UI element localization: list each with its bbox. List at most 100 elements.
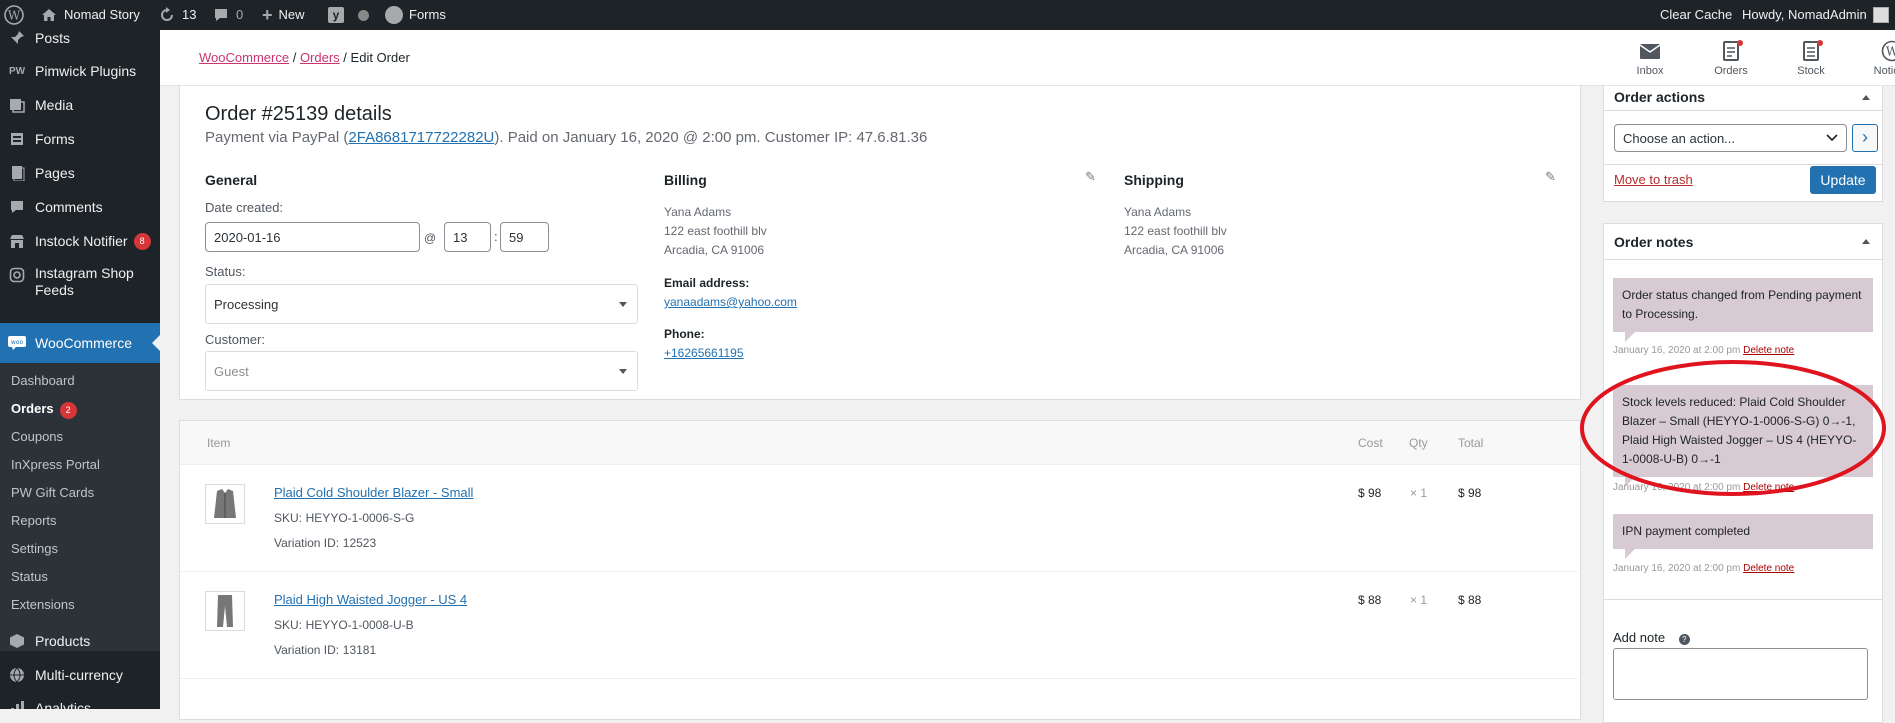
edit-billing-pencil-icon[interactable]: ✎ xyxy=(1085,169,1096,185)
add-note-label: Add note ? xyxy=(1613,630,1690,645)
date-created-input[interactable]: 2020-01-16 xyxy=(205,222,420,252)
item-total: $ 98 xyxy=(1458,486,1481,500)
update-button[interactable]: Update xyxy=(1810,166,1876,194)
sidebar-label-comments: Comments xyxy=(35,199,103,216)
sidebar-label-analytics: Analytics xyxy=(35,700,91,710)
submenu-item-coupons[interactable]: Coupons xyxy=(11,429,63,444)
variation-label: Variation ID: xyxy=(274,536,339,550)
sidebar-item-instock-notifier[interactable]: Instock Notifier 8 xyxy=(0,231,160,251)
transaction-id-link[interactable]: 2FA8681717722282U xyxy=(348,129,494,146)
submenu-item-extensions[interactable]: Extensions xyxy=(11,597,75,612)
clear-cache-button[interactable]: Clear Cache xyxy=(1660,0,1732,30)
order-actions-title: Order actions xyxy=(1614,89,1705,105)
new-content-link[interactable]: + New xyxy=(262,0,305,30)
product-thumbnail[interactable] xyxy=(205,591,245,631)
breadcrumb-orders-link[interactable]: Orders xyxy=(300,50,340,65)
orders-icon xyxy=(1719,40,1743,62)
breadcrumb-current: Edit Order xyxy=(351,50,410,65)
sidebar-item-pages[interactable]: Pages xyxy=(0,163,160,183)
email-label: Email address: xyxy=(664,276,749,290)
admin-sidebar: Posts PW Pimwick Plugins Media Forms Pag… xyxy=(0,30,160,709)
wordpress-logo-icon[interactable]: W xyxy=(4,0,24,30)
status-label: Status: xyxy=(205,264,245,279)
sidebar-item-instagram-shop-feeds[interactable]: Instagram Shop Feeds xyxy=(0,265,160,301)
product-sku: SKU: HEYYO-1-0008-U-B xyxy=(274,617,414,632)
hour-input[interactable]: 13 xyxy=(444,222,491,252)
submenu-item-settings[interactable]: Settings xyxy=(11,541,58,556)
woo-icon: woo xyxy=(7,333,27,353)
product-name-link[interactable]: Plaid High Waisted Jogger - US 4 xyxy=(274,592,467,607)
submenu-item-status[interactable]: Status xyxy=(11,569,48,584)
sidebar-item-posts[interactable]: Posts xyxy=(0,30,160,48)
product-sku: SKU: HEYYO-1-0006-S-G xyxy=(274,510,414,525)
sidebar-label-posts: Posts xyxy=(35,30,70,47)
inbox-label: Inbox xyxy=(1637,65,1664,77)
billing-email-link[interactable]: yanaadams@yahoo.com xyxy=(664,295,797,309)
comments-link[interactable]: 0 xyxy=(212,0,243,30)
order-actions-header[interactable]: Order actions xyxy=(1604,86,1882,111)
sidebar-item-media[interactable]: Media xyxy=(0,95,160,115)
move-to-trash-link[interactable]: Move to trash xyxy=(1614,172,1693,187)
notices-button[interactable]: W Notices xyxy=(1862,40,1895,77)
item-qty: × 1 xyxy=(1410,593,1427,607)
yoast-seo-menu[interactable]: y xyxy=(328,0,369,30)
sidebar-item-forms[interactable]: Forms xyxy=(0,129,160,149)
customer-select[interactable]: Guest xyxy=(205,351,638,391)
admin-bar: W Nomad Story 13 0 + New y Forms Clear C… xyxy=(0,0,1895,30)
inbox-icon xyxy=(1638,40,1662,62)
sidebar-item-multi-currency[interactable]: Multi-currency xyxy=(0,665,160,685)
submenu-item-dashboard[interactable]: Dashboard xyxy=(11,373,75,388)
minute-input[interactable]: 59 xyxy=(500,222,549,252)
collapse-arrow-icon[interactable] xyxy=(1862,239,1870,244)
col-cost: Cost xyxy=(1358,436,1383,450)
item-cost: $ 98 xyxy=(1358,486,1381,500)
edit-shipping-pencil-icon[interactable]: ✎ xyxy=(1545,169,1556,185)
billing-phone-link[interactable]: +16265661195 xyxy=(664,346,744,360)
site-name-link[interactable]: Nomad Story xyxy=(40,0,140,30)
help-icon[interactable]: ? xyxy=(1679,634,1690,645)
sidebar-item-woocommerce[interactable]: woo WooCommerce xyxy=(0,323,160,363)
collapse-arrow-icon[interactable] xyxy=(1862,95,1870,100)
stock-activity-button[interactable]: Stock xyxy=(1781,40,1841,77)
payment-prefix: Payment via PayPal ( xyxy=(205,129,348,146)
sidebar-label-forms: Forms xyxy=(35,131,75,148)
inbox-button[interactable]: Inbox xyxy=(1620,40,1680,77)
apply-action-button[interactable]: › xyxy=(1852,124,1878,152)
submenu-item-reports[interactable]: Reports xyxy=(11,513,57,528)
payment-info: Payment via PayPal (2FA8681717722282U). … xyxy=(205,129,927,146)
sidebar-item-pimwick-plugins[interactable]: PW Pimwick Plugins xyxy=(0,61,160,81)
note-meta: January 16, 2020 at 2:00 pm Delete note xyxy=(1613,563,1794,574)
updates-link[interactable]: 13 xyxy=(158,0,196,30)
variation-value: 12523 xyxy=(343,536,376,550)
sidebar-item-analytics[interactable]: Analytics xyxy=(0,698,160,709)
forms-menu[interactable]: Forms xyxy=(385,0,446,30)
site-name: Nomad Story xyxy=(64,0,140,30)
sidebar-item-comments[interactable]: Comments xyxy=(0,197,160,217)
submenu-item-inxpress-portal[interactable]: InXpress Portal xyxy=(11,457,100,472)
sidebar-item-products[interactable]: Products xyxy=(0,631,160,651)
submenu-item-pw-gift-cards[interactable]: PW Gift Cards xyxy=(11,485,94,500)
order-status-select[interactable]: Processing xyxy=(205,284,638,324)
billing-name: Yana Adams xyxy=(664,203,767,222)
media-icon xyxy=(7,95,27,115)
product-thumbnail[interactable] xyxy=(205,484,245,524)
product-name-link[interactable]: Plaid Cold Shoulder Blazer - Small xyxy=(274,485,473,500)
sidebar-label-media: Media xyxy=(35,97,73,114)
chevron-down-icon xyxy=(619,369,627,374)
account-menu[interactable]: Howdy, NomadAdmin xyxy=(1742,0,1889,30)
table-row: Plaid High Waisted Jogger - US 4 SKU: HE… xyxy=(180,572,1578,679)
store-icon xyxy=(7,231,27,251)
order-notes-header[interactable]: Order notes xyxy=(1604,224,1882,260)
item-total: $ 88 xyxy=(1458,593,1481,607)
orders-activity-button[interactable]: Orders xyxy=(1701,40,1761,77)
howdy-text: Howdy, NomadAdmin xyxy=(1742,0,1867,30)
items-table-header: Item Cost Qty Total xyxy=(180,421,1580,465)
orders-label: Orders xyxy=(1714,65,1748,77)
submenu-item-orders[interactable]: Orders2 xyxy=(11,401,77,419)
delete-note-link[interactable]: Delete note xyxy=(1743,563,1794,574)
breadcrumb-woocommerce-link[interactable]: WooCommerce xyxy=(199,50,289,65)
yoast-icon: y xyxy=(328,7,344,23)
add-note-textarea[interactable] xyxy=(1613,648,1868,700)
order-action-select[interactable]: Choose an action... xyxy=(1614,124,1847,152)
notices-label: Notices xyxy=(1874,65,1895,77)
